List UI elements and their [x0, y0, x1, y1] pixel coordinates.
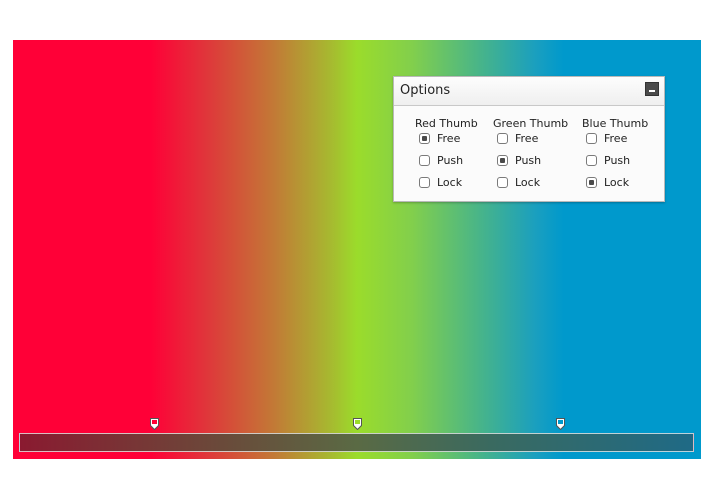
blue-push-radio[interactable] [586, 155, 597, 166]
options-panel: Options Red Thumb Free Push Lock Green T… [393, 76, 665, 202]
slider-track[interactable] [19, 433, 694, 452]
blue-free-label: Free [604, 132, 628, 145]
green-free-label: Free [515, 132, 539, 145]
options-header: Options [394, 77, 664, 106]
blue-thumb-header: Blue Thumb [582, 117, 649, 130]
red-lock-label: Lock [437, 176, 463, 189]
red-push-label: Push [437, 154, 464, 167]
green-thumb-handle[interactable] [353, 418, 362, 430]
blue-thumb-handle[interactable] [556, 418, 565, 430]
red-free-label: Free [437, 132, 461, 145]
green-push-label: Push [515, 154, 542, 167]
green-lock-radio[interactable] [497, 177, 508, 188]
red-push-radio[interactable] [419, 155, 430, 166]
red-lock-radio[interactable] [419, 177, 430, 188]
blue-lock-label: Lock [604, 176, 630, 189]
red-thumb-header: Red Thumb [415, 117, 478, 130]
green-push-radio[interactable] [497, 155, 508, 166]
minimize-icon[interactable] [645, 82, 659, 96]
blue-lock-radio[interactable] [586, 177, 597, 188]
options-title: Options [400, 83, 451, 98]
blue-free-radio[interactable] [586, 133, 597, 144]
green-thumb-header: Green Thumb [493, 117, 569, 130]
blue-push-label: Push [604, 154, 631, 167]
green-lock-label: Lock [515, 176, 541, 189]
green-free-radio[interactable] [497, 133, 508, 144]
red-thumb-handle[interactable] [150, 418, 159, 430]
red-free-radio[interactable] [419, 133, 430, 144]
